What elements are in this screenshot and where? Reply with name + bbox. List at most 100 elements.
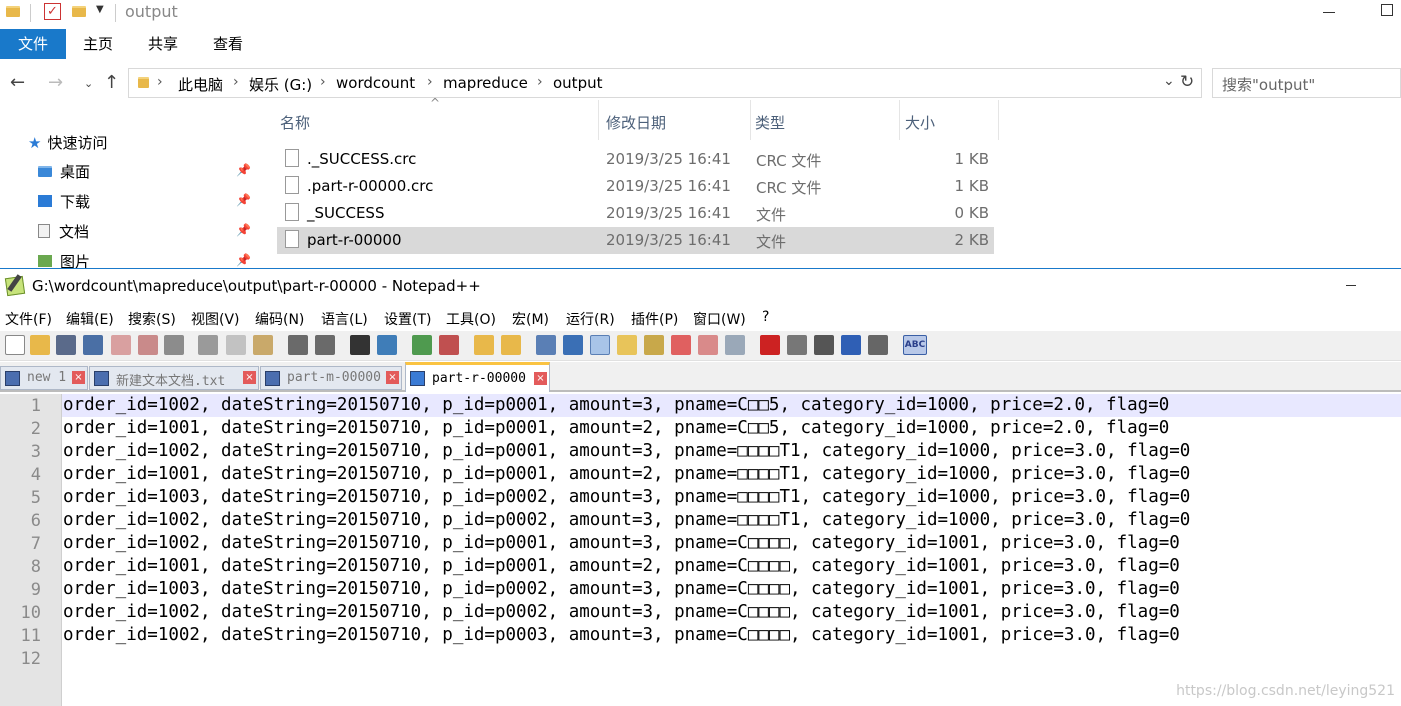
code-line[interactable]: order_id=1002, dateString=20150710, p_id… <box>62 601 1401 624</box>
find-icon[interactable] <box>350 335 370 355</box>
zoom-out-icon[interactable] <box>439 335 459 355</box>
redo-icon[interactable] <box>315 335 335 355</box>
menu-window[interactable]: 窗口(W) <box>693 309 746 329</box>
cut-icon[interactable] <box>198 335 218 355</box>
close-tab-icon[interactable]: × <box>534 372 547 385</box>
menu-tools[interactable]: 工具(O) <box>446 309 496 329</box>
monitoring-icon[interactable] <box>725 335 745 355</box>
breadcrumb-this-pc[interactable]: 此电脑 <box>178 74 223 95</box>
replace-icon[interactable] <box>377 335 397 355</box>
playback-macro-icon[interactable] <box>814 335 834 355</box>
close-tab-icon[interactable]: × <box>72 371 85 384</box>
save-all-icon[interactable] <box>83 335 103 355</box>
recent-locations-icon[interactable]: ⌄ <box>84 77 93 90</box>
pin-icon[interactable]: 📌 <box>236 163 251 177</box>
tab-part-m-00000[interactable]: part-m-00000 × <box>260 366 402 390</box>
search-input[interactable]: 搜索"output" <box>1212 68 1401 98</box>
column-header-date[interactable]: 修改日期 <box>603 100 751 140</box>
breadcrumb-mapreduce[interactable]: mapreduce <box>443 74 528 92</box>
show-all-characters-icon[interactable] <box>563 335 583 355</box>
indent-guide-icon[interactable] <box>590 335 610 355</box>
code-line[interactable] <box>62 647 1401 670</box>
column-header-size[interactable]: 大小 <box>902 100 999 140</box>
breadcrumb-separator-icon[interactable]: › <box>157 74 163 90</box>
tab-view[interactable]: 查看 <box>208 29 248 59</box>
tab-home[interactable]: 主页 <box>78 29 118 59</box>
code-line[interactable]: order_id=1002, dateString=20150710, p_id… <box>62 440 1401 463</box>
file-row[interactable]: ._SUCCESS.crc 2019/3/25 16:41 CRC 文件 1 K… <box>277 146 994 173</box>
pin-icon[interactable]: 📌 <box>236 193 251 207</box>
open-file-icon[interactable] <box>30 335 50 355</box>
menu-edit[interactable]: 编辑(E) <box>66 309 114 329</box>
tab-part-r-00000[interactable]: part-r-00000 × <box>405 362 550 392</box>
word-wrap-icon[interactable] <box>536 335 556 355</box>
breadcrumb-wordcount[interactable]: wordcount <box>336 74 415 92</box>
code-line[interactable]: order_id=1001, dateString=20150710, p_id… <box>62 417 1401 440</box>
menu-file[interactable]: 文件(F) <box>5 309 52 329</box>
code-line[interactable]: order_id=1002, dateString=20150710, p_id… <box>62 509 1401 532</box>
back-icon[interactable]: ← <box>10 72 25 93</box>
breadcrumb-drive[interactable]: 娱乐 (G:) <box>249 74 312 95</box>
tab-new-1[interactable]: new 1 × <box>0 366 88 390</box>
code-line[interactable]: order_id=1002, dateString=20150710, p_id… <box>62 624 1401 647</box>
forward-icon[interactable]: → <box>48 72 63 93</box>
menu-settings[interactable]: 设置(T) <box>384 309 431 329</box>
breadcrumb-output[interactable]: output <box>553 74 602 92</box>
breadcrumb-separator-icon[interactable]: › <box>427 74 433 90</box>
menu-run[interactable]: 运行(R) <box>566 309 615 329</box>
menu-help[interactable]: ? <box>762 309 769 325</box>
menu-view[interactable]: 视图(V) <box>191 309 240 329</box>
address-dropdown-icon[interactable]: ⌄ <box>1163 73 1175 89</box>
menu-search[interactable]: 搜索(S) <box>128 309 176 329</box>
close-tab-icon[interactable]: × <box>243 371 256 384</box>
sync-vertical-icon[interactable] <box>474 335 494 355</box>
file-row[interactable]: .part-r-00000.crc 2019/3/25 16:41 CRC 文件… <box>277 173 994 200</box>
maximize-icon[interactable] <box>1381 4 1393 16</box>
close-file-icon[interactable] <box>111 335 131 355</box>
quick-access[interactable]: ★ 快速访问 <box>28 132 107 153</box>
code-line-current[interactable]: order_id=1002, dateString=20150710, p_id… <box>62 394 1401 417</box>
function-list-icon[interactable] <box>671 335 691 355</box>
file-row[interactable]: _SUCCESS 2019/3/25 16:41 文件 0 KB <box>277 200 994 227</box>
folder-as-workspace-icon[interactable] <box>698 335 718 355</box>
menu-encoding[interactable]: 编码(N) <box>255 309 304 329</box>
copy-icon[interactable] <box>226 335 246 355</box>
code-line[interactable]: order_id=1003, dateString=20150710, p_id… <box>62 578 1401 601</box>
code-line[interactable]: order_id=1001, dateString=20150710, p_id… <box>62 463 1401 486</box>
refresh-icon[interactable]: ↻ <box>1180 72 1194 92</box>
save-macro-icon[interactable] <box>868 335 888 355</box>
code-line[interactable]: order_id=1002, dateString=20150710, p_id… <box>62 532 1401 555</box>
up-icon[interactable]: ↑ <box>104 72 119 93</box>
quick-access-toolbar-dropdown-icon[interactable]: ▼ <box>96 4 104 15</box>
new-file-icon[interactable] <box>5 335 25 355</box>
nav-item-desktop[interactable]: 桌面 📌 <box>38 158 257 184</box>
spell-check-icon[interactable]: ABC <box>903 335 927 355</box>
column-header-type[interactable]: 类型 <box>752 100 900 140</box>
minimize-icon[interactable] <box>1323 12 1335 13</box>
pin-icon[interactable]: 📌 <box>236 253 251 267</box>
menu-language[interactable]: 语言(L) <box>321 309 368 329</box>
tab-file[interactable]: 文件 <box>0 29 66 59</box>
properties-icon[interactable]: ✓ <box>44 3 61 20</box>
column-header-name[interactable]: 名称 <box>277 100 599 140</box>
close-all-icon[interactable] <box>138 335 158 355</box>
minimize-icon[interactable] <box>1346 285 1356 286</box>
print-icon[interactable] <box>164 335 184 355</box>
code-line[interactable]: order_id=1001, dateString=20150710, p_id… <box>62 555 1401 578</box>
stop-recording-icon[interactable] <box>787 335 807 355</box>
address-bar[interactable]: › 此电脑 › 娱乐 (G:) › wordcount › mapreduce … <box>128 68 1202 98</box>
undo-icon[interactable] <box>288 335 308 355</box>
file-row-selected[interactable]: part-r-00000 2019/3/25 16:41 文件 2 KB <box>277 227 994 254</box>
zoom-in-icon[interactable] <box>412 335 432 355</box>
nav-item-downloads[interactable]: 下载 📌 <box>38 188 257 214</box>
tab-new-text-document[interactable]: 新建文本文档.txt × <box>89 366 259 390</box>
nav-item-documents[interactable]: 文档 📌 <box>38 218 257 244</box>
run-macro-multiple-icon[interactable] <box>841 335 861 355</box>
user-language-icon[interactable] <box>617 335 637 355</box>
new-folder-icon[interactable] <box>72 6 86 17</box>
code-line[interactable]: order_id=1003, dateString=20150710, p_id… <box>62 486 1401 509</box>
save-icon[interactable] <box>56 335 76 355</box>
breadcrumb-separator-icon[interactable]: › <box>320 74 326 90</box>
document-map-icon[interactable] <box>644 335 664 355</box>
menu-plugins[interactable]: 插件(P) <box>631 309 678 329</box>
